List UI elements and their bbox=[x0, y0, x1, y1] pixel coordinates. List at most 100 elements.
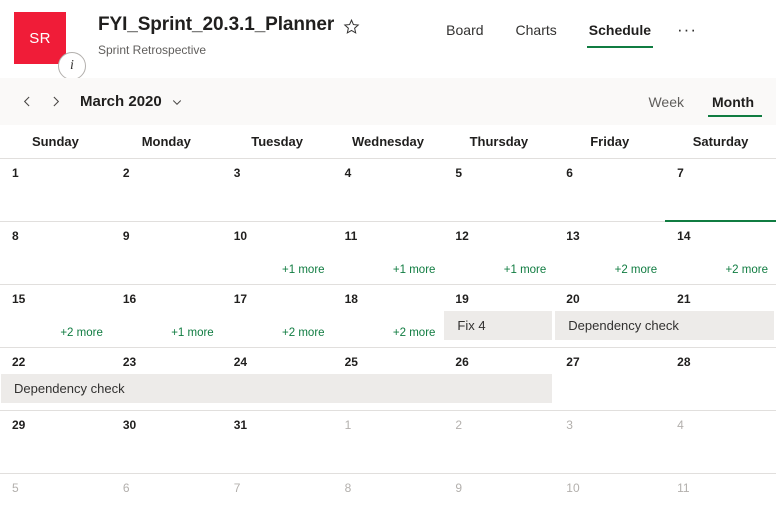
day-number: 5 bbox=[12, 481, 19, 495]
nav-tabs: Board Charts Schedule ··· bbox=[430, 12, 707, 48]
calendar-day-cell[interactable]: 3 bbox=[554, 411, 665, 473]
calendar-day-cell[interactable]: 17 +2 more bbox=[222, 285, 333, 347]
selected-day-indicator bbox=[665, 220, 776, 222]
tab-schedule[interactable]: Schedule bbox=[573, 18, 667, 48]
calendar-day-cell[interactable]: 10 +1 more bbox=[222, 222, 333, 284]
calendar-day-cell[interactable]: 8 bbox=[0, 222, 111, 284]
chevron-down-icon bbox=[172, 99, 181, 105]
month-nav-arrows bbox=[14, 89, 68, 115]
day-number: 13 bbox=[566, 229, 580, 243]
more-events-link[interactable]: +1 more bbox=[171, 327, 214, 339]
view-month-button[interactable]: Month bbox=[698, 78, 768, 125]
day-number: 23 bbox=[122, 355, 137, 369]
calendar-day-cell[interactable]: 1 bbox=[0, 159, 111, 221]
weekday-saturday: Saturday bbox=[692, 134, 749, 149]
day-number: 6 bbox=[566, 166, 573, 180]
calendar-event-bar[interactable]: Dependency check bbox=[1, 374, 553, 403]
calendar-day-cell[interactable]: 4 bbox=[333, 159, 444, 221]
day-number: 9 bbox=[455, 481, 463, 495]
calendar-day-cell[interactable]: 7 bbox=[665, 159, 776, 221]
day-number: 2 bbox=[455, 418, 463, 432]
calendar-event-bar[interactable]: Fix 4 bbox=[444, 311, 553, 340]
calendar-day-cell[interactable]: 13 +2 more bbox=[554, 222, 665, 284]
calendar-event-bar[interactable]: Dependency check bbox=[555, 311, 774, 340]
calendar-day-cell[interactable]: 11 +1 more bbox=[333, 222, 444, 284]
day-number: 24 bbox=[233, 355, 248, 369]
day-number: 8 bbox=[12, 229, 19, 243]
calendar-day-cell[interactable]: 6 bbox=[554, 159, 665, 221]
calendar-day-cell[interactable]: 18 +2 more bbox=[333, 285, 444, 347]
view-week-button[interactable]: Week bbox=[634, 78, 698, 125]
avatar-initials: SR bbox=[14, 12, 66, 64]
star-icon[interactable] bbox=[343, 18, 360, 35]
day-number: 10 bbox=[566, 481, 580, 495]
calendar-day-cell[interactable]: 5 bbox=[443, 159, 554, 221]
more-events-link[interactable]: +1 more bbox=[504, 264, 547, 276]
tab-board[interactable]: Board bbox=[430, 18, 499, 48]
calendar-day-cells: 1 2 3 4 5 6 7 bbox=[0, 159, 776, 221]
calendar-day-cell[interactable]: 14 +2 more bbox=[665, 222, 776, 284]
current-month-label: March 2020 bbox=[80, 93, 162, 110]
next-month-button[interactable] bbox=[42, 89, 68, 115]
day-number: 2 bbox=[122, 166, 130, 180]
day-number: 1 bbox=[12, 166, 19, 180]
calendar-week-row: 29 30 31 1 2 3 4 bbox=[0, 410, 776, 473]
calendar-day-cell[interactable]: 30 bbox=[111, 411, 222, 473]
day-number: 6 bbox=[122, 481, 130, 495]
more-events-link[interactable]: +2 more bbox=[725, 264, 768, 276]
day-number: 21 bbox=[677, 292, 691, 306]
day-number: 12 bbox=[455, 229, 469, 243]
calendar-day-cell[interactable]: 15 +2 more bbox=[0, 285, 111, 347]
tab-charts[interactable]: Charts bbox=[500, 18, 573, 48]
calendar-day-cell[interactable]: 3 bbox=[222, 159, 333, 221]
overflow-menu-icon[interactable]: ··· bbox=[667, 18, 707, 40]
day-number: 26 bbox=[455, 355, 469, 369]
day-number: 11 bbox=[344, 229, 358, 243]
calendar-day-cell[interactable]: 7 bbox=[222, 474, 333, 527]
calendar-day-cell[interactable]: 11 bbox=[665, 474, 776, 527]
calendar-day-cell[interactable]: 27 bbox=[554, 348, 665, 410]
day-number: 10 bbox=[233, 229, 248, 243]
calendar-day-cell[interactable]: 2 bbox=[443, 411, 554, 473]
day-number: 9 bbox=[122, 229, 130, 243]
more-events-link[interactable]: +1 more bbox=[282, 264, 325, 276]
weekday-friday: Friday bbox=[590, 134, 630, 149]
calendar-day-cell[interactable]: 4 bbox=[665, 411, 776, 473]
page-subtitle: Sprint Retrospective bbox=[98, 43, 207, 57]
calendar-week-row: 1 2 3 4 5 6 7 bbox=[0, 158, 776, 222]
weekday-tuesday: Tuesday bbox=[251, 134, 304, 149]
day-number: 28 bbox=[677, 355, 691, 369]
calendar-day-cell[interactable]: 8 bbox=[333, 474, 444, 527]
calendar-week-row: 8 9 10 +1 more 11 +1 more 12 +1 more 13 +2 more 14… bbox=[0, 221, 776, 284]
info-icon[interactable]: i bbox=[58, 52, 86, 80]
day-number: 7 bbox=[233, 481, 241, 495]
day-number: 4 bbox=[344, 166, 352, 180]
day-number: 27 bbox=[566, 355, 580, 369]
more-events-link[interactable]: +2 more bbox=[393, 327, 436, 339]
day-number: 15 bbox=[12, 292, 26, 306]
calendar-day-cell[interactable]: 29 bbox=[0, 411, 111, 473]
calendar-day-cells: 5 6 7 8 9 10 11 bbox=[0, 474, 776, 527]
calendar-day-cell[interactable]: 16 +1 more bbox=[111, 285, 222, 347]
more-events-link[interactable]: +2 more bbox=[60, 327, 103, 339]
app-header: SR i FYI_Sprint_20.3.1_Planner Sprint Re… bbox=[0, 0, 776, 80]
more-events-link[interactable]: +1 more bbox=[393, 264, 436, 276]
more-events-link[interactable]: +2 more bbox=[615, 264, 658, 276]
calendar-day-cell[interactable]: 31 bbox=[222, 411, 333, 473]
calendar-day-cell[interactable]: 1 bbox=[333, 411, 444, 473]
month-picker[interactable]: March 2020 bbox=[68, 93, 183, 110]
calendar-day-cell[interactable]: 12 +1 more bbox=[443, 222, 554, 284]
previous-month-button[interactable] bbox=[14, 89, 40, 115]
day-number: 22 bbox=[12, 355, 26, 369]
calendar-day-cell[interactable]: 28 bbox=[665, 348, 776, 410]
calendar-week-row: 5 6 7 8 9 10 11 bbox=[0, 473, 776, 527]
title-block: FYI_Sprint_20.3.1_Planner Sprint Retrosp… bbox=[98, 12, 360, 57]
calendar-day-cell[interactable]: 2 bbox=[111, 159, 222, 221]
calendar-day-cell[interactable]: 5 bbox=[0, 474, 111, 527]
calendar-day-cell[interactable]: 6 bbox=[111, 474, 222, 527]
more-events-link[interactable]: +2 more bbox=[282, 327, 325, 339]
calendar-day-cell[interactable]: 10 bbox=[554, 474, 665, 527]
calendar-day-cell[interactable]: 9 bbox=[443, 474, 554, 527]
calendar-day-cell[interactable]: 9 bbox=[111, 222, 222, 284]
day-number: 29 bbox=[12, 418, 26, 432]
